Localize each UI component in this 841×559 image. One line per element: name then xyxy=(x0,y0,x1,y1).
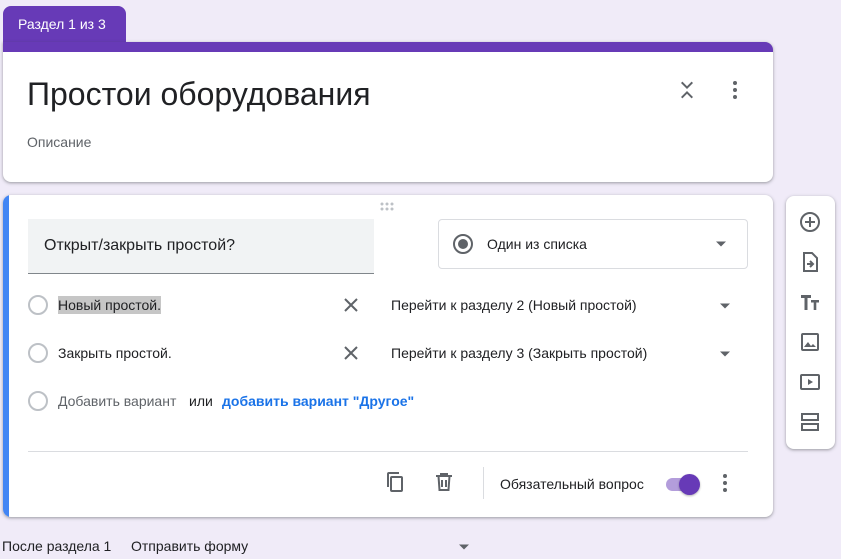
add-option-row: Добавить вариант или добавить вариант "Д… xyxy=(28,388,748,418)
question-card[interactable]: Открыт/закрыть простой? Один из списка Н… xyxy=(3,195,773,517)
question-active-accent xyxy=(3,195,9,517)
option-radio xyxy=(28,391,48,411)
option-goto-select[interactable]: Перейти к разделу 2 (Новый простой) xyxy=(391,297,637,313)
trash-icon[interactable] xyxy=(432,470,456,494)
close-icon[interactable] xyxy=(342,296,360,314)
or-text: или xyxy=(189,393,213,409)
question-type-select[interactable]: Один из списка xyxy=(438,219,748,269)
option-radio xyxy=(28,343,48,363)
option-radio xyxy=(28,295,48,315)
section-tab-label: Раздел 1 из 3 xyxy=(18,16,106,32)
floating-toolbar xyxy=(786,196,835,449)
import-icon[interactable] xyxy=(798,250,822,274)
form-header-card[interactable]: Простои оборудования Описание xyxy=(3,42,773,182)
form-description[interactable]: Описание xyxy=(27,134,91,150)
video-icon[interactable] xyxy=(798,370,822,394)
option-label[interactable]: Новый простой. xyxy=(58,296,162,314)
after-section-label: После раздела 1 xyxy=(2,538,112,554)
title-icon[interactable] xyxy=(798,290,822,314)
more-vert-icon[interactable] xyxy=(723,78,747,102)
arrow-drop-down-icon[interactable] xyxy=(719,350,731,358)
option-label[interactable]: Закрыть простой. xyxy=(58,345,172,361)
drag-handle-icon[interactable] xyxy=(379,202,399,212)
option-row: Закрыть простой. Перейти к разделу 3 (За… xyxy=(28,340,748,370)
add-option-button[interactable]: Добавить вариант xyxy=(58,393,176,409)
form-title[interactable]: Простои оборудования xyxy=(27,76,371,113)
radio-button-icon xyxy=(452,233,474,255)
section-icon[interactable] xyxy=(798,410,822,434)
collapse-icon[interactable] xyxy=(675,78,699,102)
more-vert-icon[interactable] xyxy=(713,471,737,495)
question-type-label: Один из списка xyxy=(487,236,587,252)
close-icon[interactable] xyxy=(342,344,360,362)
after-section-select[interactable]: Отправить форму xyxy=(131,538,248,554)
option-goto-select[interactable]: Перейти к разделу 3 (Закрыть простой) xyxy=(391,345,647,361)
question-title-input[interactable]: Открыт/закрыть простой? xyxy=(28,219,374,274)
required-label: Обязательный вопрос xyxy=(500,476,644,492)
option-row: Новый простой. Перейти к разделу 2 (Новы… xyxy=(28,292,748,322)
add-circle-icon[interactable] xyxy=(798,210,822,234)
arrow-drop-down-icon[interactable] xyxy=(719,302,731,310)
required-toggle[interactable] xyxy=(664,474,700,495)
section-tab: Раздел 1 из 3 xyxy=(3,6,126,44)
arrow-drop-down-icon xyxy=(715,240,727,248)
image-icon[interactable] xyxy=(798,330,822,354)
divider xyxy=(28,451,748,452)
toggle-thumb xyxy=(679,474,700,495)
arrow-drop-down-icon[interactable] xyxy=(458,543,470,551)
copy-icon[interactable] xyxy=(383,470,407,494)
add-other-option-link[interactable]: добавить вариант "Другое" xyxy=(222,393,414,409)
vertical-divider xyxy=(483,467,484,499)
